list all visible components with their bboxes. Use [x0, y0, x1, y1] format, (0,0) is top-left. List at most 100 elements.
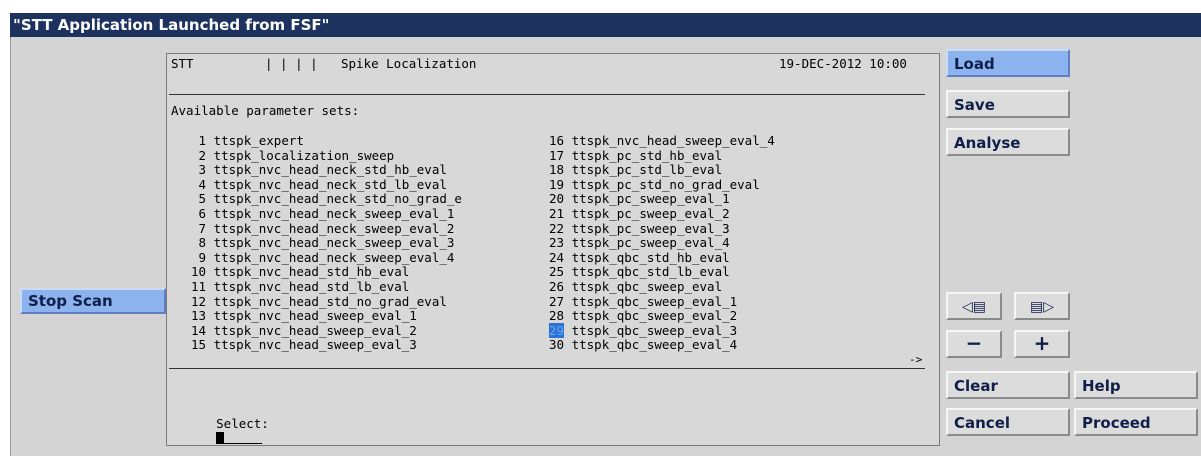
header-date: 19-DEC-2012 10:00 [779, 56, 907, 71]
param-set-number: 26 [549, 279, 565, 294]
analyse-button[interactable]: Analyse [946, 128, 1070, 156]
increment-button[interactable]: + [1014, 330, 1070, 358]
param-set-item[interactable]: 6 ttspk_nvc_head_neck_sweep_eval_1 [191, 207, 455, 221]
param-set-number: 5 [191, 191, 207, 207]
next-page-icon[interactable]: ▤▷ [1014, 292, 1070, 320]
param-set-item[interactable]: 10 ttspk_nvc_head_std_hb_eval [191, 265, 409, 279]
more-arrow[interactable]: -> [909, 353, 922, 367]
param-set-item[interactable]: 20 ttspk_pc_sweep_eval_1 [549, 192, 730, 206]
param-set-item[interactable]: 1 ttspk_expert [191, 134, 304, 148]
title-bar: "STT Application Launched from FSF" [0, 0, 1201, 37]
param-set-number: 3 [191, 162, 207, 178]
param-set-name: ttspk_qbc_sweep_eval_2 [571, 308, 738, 324]
param-set-item[interactable]: 23 ttspk_pc_sweep_eval_4 [549, 236, 730, 250]
param-set-name: ttspk_nvc_head_neck_std_no_grad_e [213, 191, 462, 207]
param-set-item[interactable]: 14 ttspk_nvc_head_sweep_eval_2 [191, 323, 417, 338]
param-set-number: 8 [191, 235, 207, 251]
param-set-number: 20 [549, 191, 565, 207]
save-button[interactable]: Save [946, 90, 1070, 118]
param-set-number: 25 [549, 264, 565, 280]
param-set-item[interactable]: 30 ttspk_qbc_sweep_eval_4 [549, 338, 737, 352]
header-app-name: STT [171, 56, 194, 71]
param-set-item[interactable]: 16 ttspk_nvc_head_sweep_eval_4 [549, 134, 775, 148]
param-set-name: ttspk_nvc_head_neck_std_hb_eval [213, 162, 447, 178]
param-set-name: ttspk_qbc_sweep_eval [571, 279, 723, 294]
app-window: Stop Scan STT | | | | Spike Localization… [10, 37, 1201, 456]
window-title: "STT Application Launched from FSF" [10, 13, 1201, 37]
param-set-item[interactable]: 4 ttspk_nvc_head_neck_std_lb_eval [191, 176, 447, 192]
param-set-name: ttspk_nvc_head_neck_std_lb_eval [213, 176, 447, 192]
param-set-number: 21 [549, 206, 565, 221]
param-set-name: ttspk_expert [213, 133, 304, 148]
param-set-number: 2 [191, 147, 207, 163]
param-set-name: ttspk_pc_sweep_eval_4 [571, 235, 730, 251]
param-set-item[interactable]: 12 ttspk_nvc_head_std_no_grad_eval [191, 293, 447, 309]
param-set-name: ttspk_qbc_sweep_eval_4 [571, 337, 738, 353]
param-set-number: 27 [549, 293, 565, 309]
param-set-item[interactable]: 19 ttspk_pc_std_no_grad_eval [549, 176, 760, 192]
header-title: Spike Localization [341, 56, 477, 71]
proceed-button[interactable]: Proceed [1074, 408, 1198, 436]
param-set-number: 19 [549, 176, 565, 192]
param-set-number: 18 [549, 162, 565, 178]
param-set-item[interactable]: 3 ttspk_nvc_head_neck_std_hb_eval [191, 163, 447, 177]
param-set-item[interactable]: 2 ttspk_localization_sweep [191, 147, 395, 163]
select-prompt: Select: [171, 403, 269, 460]
param-set-number: 10 [191, 264, 207, 280]
param-set-number: 7 [191, 220, 207, 236]
param-set-name: ttspk_qbc_std_lb_eval [571, 264, 730, 280]
param-set-item[interactable]: 28 ttspk_qbc_sweep_eval_2 [549, 309, 737, 323]
param-set-name: ttspk_nvc_head_neck_sweep_eval_4 [213, 249, 455, 265]
param-set-name: ttspk_pc_sweep_eval_1 [571, 191, 730, 207]
param-set-item[interactable]: 11 ttspk_nvc_head_std_lb_eval [191, 280, 409, 294]
param-set-number: 1 [191, 133, 207, 148]
param-set-name: ttspk_pc_std_lb_eval [571, 162, 723, 178]
param-set-item[interactable]: 15 ttspk_nvc_head_sweep_eval_3 [191, 338, 417, 352]
terminal-panel: STT | | | | Spike Localization 19-DEC-20… [166, 53, 940, 446]
param-set-name: ttspk_nvc_head_std_no_grad_eval [213, 293, 447, 309]
param-set-item[interactable]: 21 ttspk_pc_sweep_eval_2 [549, 207, 730, 221]
param-set-item[interactable]: 18 ttspk_pc_std_lb_eval [549, 163, 722, 177]
param-set-name: ttspk_qbc_sweep_eval_3 [571, 322, 738, 338]
previous-page-icon[interactable]: ◁▤ [946, 292, 1002, 320]
param-set-item[interactable]: 22 ttspk_pc_sweep_eval_3 [549, 220, 730, 236]
param-set-name: ttspk_pc_sweep_eval_3 [571, 220, 730, 236]
available-label: Available parameter sets: [171, 103, 360, 118]
param-set-name: ttspk_nvc_head_sweep_eval_1 [213, 308, 417, 324]
param-set-item[interactable]: 25 ttspk_qbc_std_lb_eval [549, 265, 730, 279]
param-set-number: 24 [549, 249, 565, 265]
param-set-number: 16 [549, 133, 565, 148]
param-set-number: 23 [549, 235, 565, 251]
help-button[interactable]: Help [1074, 371, 1198, 399]
param-set-item[interactable]: 29 ttspk_qbc_sweep_eval_3 [549, 322, 738, 338]
param-set-name: ttspk_qbc_std_hb_eval [571, 249, 730, 265]
param-set-item[interactable]: 17 ttspk_pc_std_hb_eval [549, 147, 723, 163]
header-divider [169, 94, 925, 95]
param-set-name: ttspk_nvc_head_std_hb_eval [213, 264, 410, 280]
param-set-item[interactable]: 9 ttspk_nvc_head_neck_sweep_eval_4 [191, 249, 455, 265]
param-set-name: ttspk_localization_sweep [213, 147, 395, 163]
param-set-item[interactable]: 7 ttspk_nvc_head_neck_sweep_eval_2 [191, 220, 455, 236]
param-set-number: 29 [549, 322, 565, 338]
select-label: Select: [216, 416, 269, 431]
param-set-item[interactable]: 8 ttspk_nvc_head_neck_sweep_eval_3 [191, 235, 455, 251]
param-set-name: ttspk_nvc_head_std_lb_eval [213, 279, 410, 294]
param-set-item[interactable]: 5 ttspk_nvc_head_neck_std_no_grad_e [191, 192, 462, 206]
param-set-name: ttspk_pc_std_hb_eval [571, 147, 723, 163]
param-set-item[interactable]: 26 ttspk_qbc_sweep_eval [549, 280, 722, 294]
param-set-item[interactable]: 13 ttspk_nvc_head_sweep_eval_1 [191, 309, 417, 323]
select-input[interactable] [216, 431, 263, 446]
param-set-number: 30 [549, 337, 565, 353]
param-set-item[interactable]: 24 ttspk_qbc_std_hb_eval [549, 249, 730, 265]
load-button[interactable]: Load [946, 49, 1070, 77]
stop-scan-button[interactable]: Stop Scan [20, 288, 166, 314]
clear-button[interactable]: Clear [946, 371, 1070, 399]
param-set-number: 15 [191, 337, 207, 353]
select-divider [169, 368, 925, 369]
cancel-button[interactable]: Cancel [946, 408, 1070, 436]
decrement-button[interactable]: − [946, 330, 1002, 358]
param-set-number: 11 [191, 279, 207, 294]
param-set-number: 17 [549, 147, 565, 163]
param-set-item[interactable]: 27 ttspk_qbc_sweep_eval_1 [549, 293, 737, 309]
param-set-number: 22 [549, 220, 565, 236]
